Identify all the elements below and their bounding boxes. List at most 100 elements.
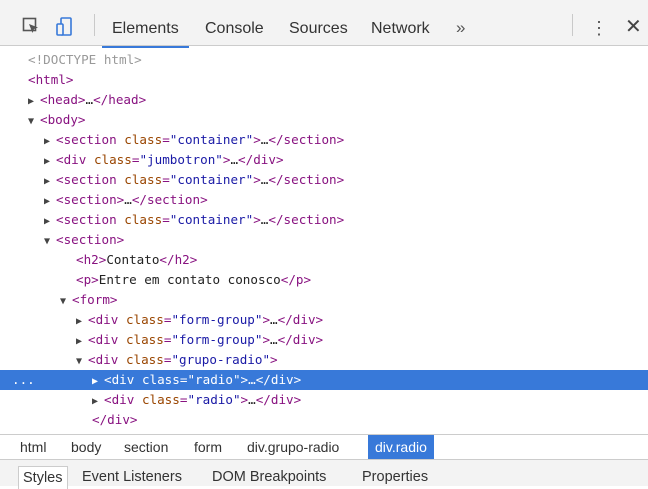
tag-name: <section [56,212,117,227]
dom-node-content: ▶ <div class="radio">…</div> [92,370,301,392]
tab-sources[interactable]: Sources [289,19,348,39]
sidebar-tabs: Styles Event Listeners DOM Breakpoints P… [0,460,648,489]
tag-close: </div> [277,312,324,327]
tag-end: > [253,212,261,227]
attribute-name: class [124,172,163,187]
collapsed-ellipsis[interactable]: … [86,92,94,107]
attribute-value: "container" [169,172,254,187]
expand-triangle-right-icon[interactable]: ▶ [28,92,40,112]
attribute-name: class [125,332,164,347]
dom-node-row[interactable]: ▶ <head>…</head> [0,90,648,110]
dom-node-content: <html> [28,70,74,90]
tag-open: <form> [72,292,118,307]
expand-triangle-down-icon[interactable]: ▼ [44,232,56,252]
dom-node-content: ▶ <div class="form-group">…</div> [76,330,323,352]
dom-node-row[interactable]: </div> [0,410,648,430]
collapsed-ellipsis[interactable]: … [270,312,278,327]
breadcrumb-form[interactable]: form [194,435,222,459]
node-text: Contato [106,252,160,267]
dom-node-row[interactable]: ▶ <section>…</section> [0,190,648,210]
collapsed-ellipsis[interactable]: … [248,372,256,387]
dom-node-row[interactable]: ▶ <div class="radio">…</div> [0,390,648,410]
dom-node-row[interactable]: ▶ <div class="form-group">…</div> [0,310,648,330]
dom-node-row[interactable]: ▼ <form> [0,290,648,310]
dom-node-row[interactable]: ▶ <section class="container">…</section> [0,210,648,230]
more-tabs-icon[interactable]: » [456,18,465,38]
breadcrumb-section[interactable]: section [124,435,168,459]
dom-node-row[interactable]: ▼ <div class="grupo-radio"> [0,350,648,370]
dom-node-content: ▶ <div class="form-group">…</div> [76,310,323,332]
tag-open: <p> [76,272,99,287]
tab-event-listeners[interactable]: Event Listeners [82,468,182,486]
attribute-name: class [141,392,180,407]
collapsed-ellipsis[interactable]: … [270,332,278,347]
tab-properties[interactable]: Properties [362,468,428,486]
expand-triangle-right-icon[interactable]: ▶ [76,332,88,352]
expand-triangle-right-icon[interactable]: ▶ [44,212,56,232]
tag-end: > [240,392,249,407]
dom-node-row[interactable]: ▶ <div class="form-group">…</div> [0,330,648,350]
tab-elements[interactable]: Elements [102,19,189,48]
tag-open: <h2> [76,252,107,267]
dom-node-row[interactable]: <h2>Contato</h2> [0,250,648,270]
dom-node-content: ▶ <div class="radio">…</div> [92,390,301,412]
dom-node-row[interactable]: <!DOCTYPE html> [0,50,648,70]
dom-node-row[interactable]: ▼ <section> [0,230,648,250]
expand-triangle-right-icon[interactable]: ▶ [92,392,104,412]
collapsed-ellipsis[interactable]: … [248,392,256,407]
customize-menu-icon[interactable]: ⋮ [590,18,608,38]
dom-node-row[interactable]: ▼ <body> [0,110,648,130]
tag-end: > [253,132,261,147]
expand-triangle-right-icon[interactable]: ▶ [44,132,56,152]
dom-node-content: </div> [92,410,138,430]
expand-triangle-right-icon[interactable]: ▶ [44,192,56,212]
tag-name: <div [88,332,119,347]
breadcrumb-body[interactable]: body [71,435,101,459]
attribute-name: class [141,372,180,387]
close-icon[interactable]: ✕ [625,16,642,38]
tag-open: <section> [56,232,125,247]
tag-name: <div [104,392,135,407]
collapsed-ellipsis[interactable]: … [124,192,132,207]
attribute-name: class [124,132,163,147]
expand-triangle-down-icon[interactable]: ▼ [28,112,40,132]
dom-node-row[interactable]: ▶ <div class="jumbotron">…</div> [0,150,648,170]
dom-node-content: ▶ <section class="container">…</section> [44,130,344,152]
device-mode-icon[interactable] [56,17,74,36]
tag-open: <body> [40,112,86,127]
breadcrumb-div-radio[interactable]: div.radio [368,435,434,459]
dom-node-row[interactable]: ... ▶ <div class="radio">…</div> [0,370,648,390]
expand-triangle-right-icon[interactable]: ▶ [92,372,104,392]
dom-node-row[interactable]: ▶ <section class="container">…</section> [0,130,648,150]
breadcrumb-div-grupo-radio[interactable]: div.grupo-radio [247,435,339,459]
tag-open: <section> [56,192,125,207]
dom-node-row[interactable]: <html> [0,70,648,90]
dom-node-row[interactable]: <p>Entre em contato conosco</p> [0,270,648,290]
collapsed-ellipsis[interactable]: … [230,152,238,167]
dom-node-row[interactable]: ▶ <section class="container">…</section> [0,170,648,190]
devtools-toolbar: Elements Console Sources Network » ⋮ ✕ [0,0,648,48]
expand-triangle-down-icon[interactable]: ▼ [60,292,72,312]
inspect-element-icon[interactable] [22,17,40,35]
attribute-value: "form-group" [171,312,263,327]
tag-end: > [262,312,271,327]
tag-end: > [262,332,271,347]
tab-console[interactable]: Console [205,19,264,39]
tag-close: </section> [268,212,345,227]
tag-close: </div> [238,152,284,167]
tab-dom-breakpoints[interactable]: DOM Breakpoints [212,468,326,486]
tag-name: <section [56,132,117,147]
attribute-value: "grupo-radio" [171,352,271,367]
tag-open: <head> [40,92,86,107]
doctype-text: <!DOCTYPE html> [28,52,142,67]
expand-triangle-right-icon[interactable]: ▶ [76,312,88,332]
breadcrumb-html[interactable]: html [20,435,46,459]
tag-end: > [253,172,261,187]
expand-triangle-right-icon[interactable]: ▶ [44,152,56,172]
tag-close: </div> [277,332,324,347]
expand-triangle-right-icon[interactable]: ▶ [44,172,56,192]
attribute-name: class [125,312,164,327]
dom-node-content: <!DOCTYPE html> [28,50,142,70]
tab-network[interactable]: Network [371,19,430,39]
expand-triangle-down-icon[interactable]: ▼ [76,352,88,372]
